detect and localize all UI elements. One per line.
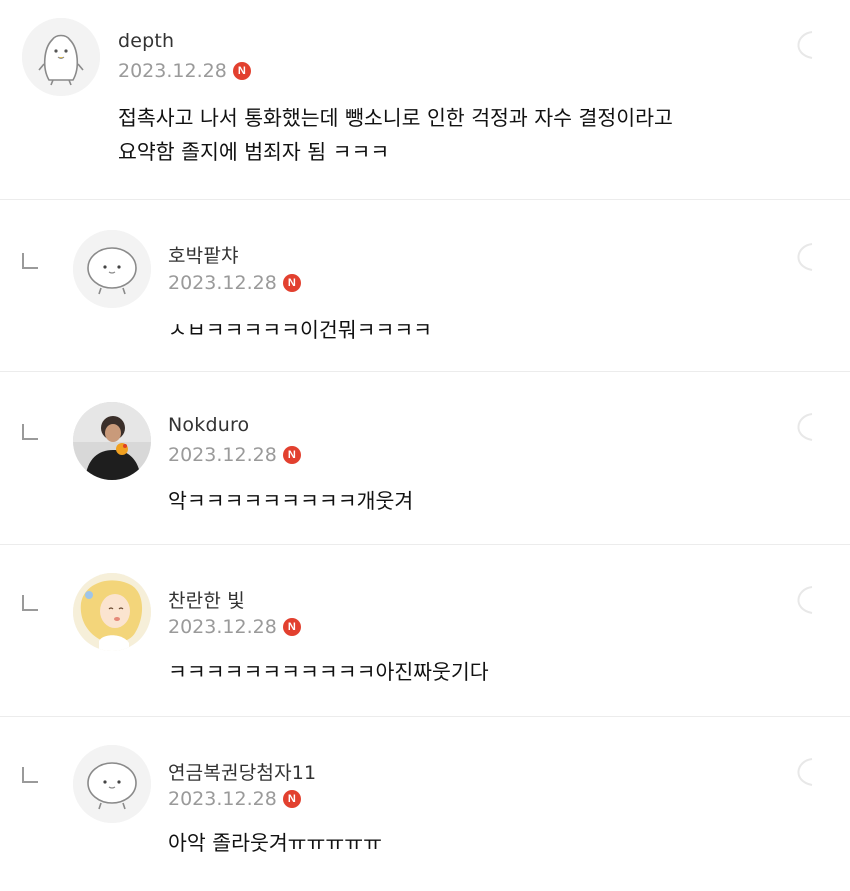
comment-date: 2023.12.28	[168, 616, 277, 638]
comment-item: depth 2023.12.28 N 접촉사고 나서 통화했는데 뺑소니로 인한…	[0, 0, 850, 200]
comment-item: 찬란한 빛 2023.12.28 N ㅋㅋㅋㅋㅋㅋㅋㅋㅋㅋㅋ아진짜웃기다	[0, 545, 850, 717]
avatar[interactable]	[22, 18, 100, 96]
more-icon[interactable]	[782, 236, 824, 278]
avatar[interactable]	[73, 573, 151, 651]
comment-date: 2023.12.28	[168, 444, 277, 466]
nickname[interactable]: 연금복권당첨자11	[168, 758, 316, 785]
comment-item: 연금복권당첨자11 2023.12.28 N 아악 졸라웃겨ㅠㅠㅠㅠㅠ	[0, 717, 850, 891]
reply-arrow-icon	[22, 253, 38, 269]
comment-list: depth 2023.12.28 N 접촉사고 나서 통화했는데 뺑소니로 인한…	[0, 0, 850, 891]
new-badge: N	[282, 790, 301, 808]
nickname[interactable]: 찬란한 빛	[168, 586, 245, 613]
blob-avatar-icon	[73, 230, 151, 308]
comment-text: ㅅㅂㅋㅋㅋㅋㅋ이건뭐ㅋㅋㅋㅋ	[168, 318, 433, 342]
comment-date: 2023.12.28	[168, 788, 277, 810]
nickname[interactable]: 호박팥챠	[168, 241, 239, 268]
blob-avatar-icon	[73, 745, 151, 823]
reply-arrow-icon	[22, 767, 38, 783]
penguin-avatar-icon	[22, 18, 100, 96]
more-icon[interactable]	[782, 406, 824, 448]
date-row: 2023.12.28 N	[118, 60, 251, 82]
reply-arrow-icon	[22, 595, 38, 611]
avatar[interactable]	[73, 230, 151, 308]
date-row: 2023.12.28 N	[168, 616, 301, 638]
comment-date: 2023.12.28	[118, 60, 227, 82]
more-icon[interactable]	[782, 24, 824, 66]
more-icon[interactable]	[782, 751, 824, 793]
comment-text: 아악 졸라웃겨ㅠㅠㅠㅠㅠ	[168, 831, 382, 855]
nickname[interactable]: Nokduro	[168, 414, 249, 436]
comment-item: 호박팥챠 2023.12.28 N ㅅㅂㅋㅋㅋㅋㅋ이건뭐ㅋㅋㅋㅋ	[0, 200, 850, 372]
comment-text: 접촉사고 나서 통화했는데 뺑소니로 인한 걱정과 자수 결정이라고 요약함 졸…	[118, 106, 673, 164]
comment-text: ㅋㅋㅋㅋㅋㅋㅋㅋㅋㅋㅋ아진짜웃기다	[168, 660, 489, 684]
new-badge: N	[232, 62, 251, 80]
new-badge: N	[282, 274, 301, 292]
date-row: 2023.12.28 N	[168, 788, 301, 810]
reply-arrow-icon	[22, 424, 38, 440]
new-badge: N	[282, 446, 301, 464]
illustration-avatar-icon	[73, 573, 151, 651]
date-row: 2023.12.28 N	[168, 444, 301, 466]
photo-avatar-icon	[73, 402, 151, 480]
more-icon[interactable]	[782, 579, 824, 621]
new-badge: N	[282, 618, 301, 636]
date-row: 2023.12.28 N	[168, 272, 301, 294]
avatar[interactable]	[73, 402, 151, 480]
comment-text: 악ㅋㅋㅋㅋㅋㅋㅋㅋㅋ개웃겨	[168, 489, 414, 513]
nickname[interactable]: depth	[118, 30, 174, 52]
comment-item: Nokduro 2023.12.28 N 악ㅋㅋㅋㅋㅋㅋㅋㅋㅋ개웃겨	[0, 372, 850, 545]
comment-date: 2023.12.28	[168, 272, 277, 294]
avatar[interactable]	[73, 745, 151, 823]
